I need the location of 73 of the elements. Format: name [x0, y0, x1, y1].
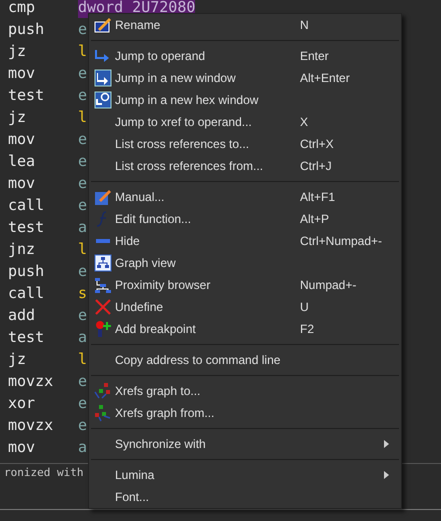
instruction-mnemonic: jz [8, 40, 28, 62]
instruction-mnemonic: push [8, 260, 46, 282]
instruction-mnemonic: call [8, 282, 46, 304]
instruction-mnemonic: test [8, 326, 46, 348]
menu-item[interactable]: Manual... Alt+F1 [89, 186, 401, 208]
instruction-mnemonic: call [8, 194, 46, 216]
instruction-mnemonic: mov [8, 128, 36, 150]
instruction-mnemonic: movzx [8, 414, 54, 436]
menu-item[interactable]: Font... [89, 486, 401, 508]
window-magnifier-icon [94, 91, 112, 109]
graph-icon [94, 382, 112, 400]
submenu-arrow-icon [384, 471, 389, 479]
instruction-operand: l [78, 238, 88, 260]
instruction-operand: a [78, 436, 88, 458]
pencil-icon [94, 16, 112, 34]
instruction-mnemonic: mov [8, 436, 36, 458]
menu-item[interactable]: Graph view [89, 252, 401, 274]
menu-item[interactable]: Xrefs graph to... [89, 380, 401, 402]
menu-item[interactable]: Copy address to command line [89, 349, 401, 371]
instruction-operand: l [78, 106, 88, 128]
menu-item[interactable]: Jump in a new window Alt+Enter [89, 67, 401, 89]
instruction-mnemonic: jz [8, 348, 28, 370]
menu-item[interactable]: Undefine U [89, 296, 401, 318]
instruction-operand: e [78, 172, 88, 194]
instruction-operand: l [78, 40, 88, 62]
instruction-operand: e [78, 150, 88, 172]
flowchart-icon [94, 254, 112, 272]
menu-item[interactable]: Edit function... Alt+P [89, 208, 401, 230]
instruction-operand: a [78, 326, 88, 348]
menu-item[interactable]: Add breakpoint F2 [89, 318, 401, 340]
instruction-mnemonic: lea [8, 150, 36, 172]
menu-item[interactable]: Proximity browser Numpad+- [89, 274, 401, 296]
instruction-operand: e [78, 414, 88, 436]
instruction-operand: e [78, 260, 88, 282]
instruction-mnemonic: push [8, 18, 46, 40]
instruction-operand: e [78, 128, 88, 150]
menu-item[interactable]: Xrefs graph from... [89, 402, 401, 424]
instruction-mnemonic: jnz [8, 238, 36, 260]
cross-icon [94, 298, 112, 316]
menu-item[interactable]: Jump to xref to operand... X [89, 111, 401, 133]
instruction-mnemonic: mov [8, 172, 36, 194]
menu-item[interactable]: List cross references to... Ctrl+X [89, 133, 401, 155]
instruction-operand: e [78, 370, 88, 392]
instruction-operand: e [78, 18, 88, 40]
menu-item[interactable]: Lumina [89, 464, 401, 486]
instruction-operand: l [78, 348, 88, 370]
graph-icon [94, 404, 112, 422]
instruction-operand: s [78, 282, 88, 304]
instruction-mnemonic: test [8, 84, 46, 106]
instruction-operand: e [78, 392, 88, 414]
instruction-operand: e [78, 84, 88, 106]
menu-item[interactable]: Jump in a new hex window [89, 89, 401, 111]
tree-icon [94, 276, 112, 294]
instruction-operand: a [78, 216, 88, 238]
status-text: ronized with [4, 465, 84, 482]
instruction-mnemonic: cmp [8, 0, 36, 18]
instruction-mnemonic: movzx [8, 370, 54, 392]
pencil-icon [94, 188, 112, 206]
submenu-arrow-icon [384, 440, 389, 448]
breakpoint-icon [94, 320, 112, 338]
menu-item[interactable]: Synchronize with [89, 433, 401, 455]
instruction-mnemonic: test [8, 216, 46, 238]
instruction-operand: e [78, 62, 88, 84]
menu-item[interactable]: Hide Ctrl+Numpad+- [89, 230, 401, 252]
instruction-mnemonic: mov [8, 62, 36, 84]
menu-item[interactable]: Jump to operand Enter [89, 45, 401, 67]
menu-item[interactable]: List cross references from... Ctrl+J [89, 155, 401, 177]
minus-icon [96, 239, 110, 243]
instruction-operand: e [78, 304, 88, 326]
instruction-mnemonic: add [8, 304, 36, 326]
instruction-mnemonic: jz [8, 106, 28, 128]
instruction-operand: e [78, 194, 88, 216]
instruction-mnemonic: xor [8, 392, 36, 414]
